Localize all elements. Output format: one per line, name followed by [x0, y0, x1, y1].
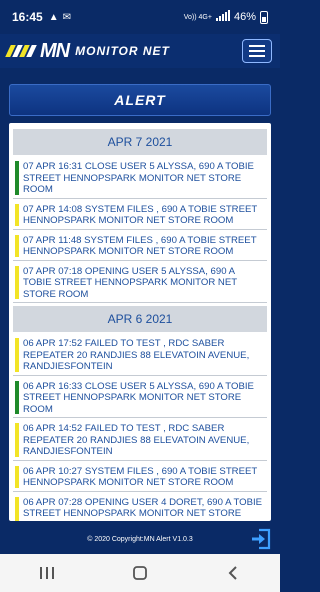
alert-entry-text: 06 APR 10:27 SYSTEM FILES , 690 A TOBIE …: [23, 465, 258, 489]
app-logo: MN MONITOR NET: [5, 39, 170, 63]
alert-entry[interactable]: 06 APR 10:27 SYSTEM FILES , 690 A TOBIE …: [13, 464, 267, 492]
page-title: ALERT: [9, 84, 271, 116]
hamburger-menu-icon[interactable]: [242, 39, 272, 63]
status-indicator-bar: [15, 161, 19, 195]
status-indicator-bar: [15, 265, 19, 299]
alert-entry[interactable]: 07 APR 16:31 CLOSE USER 5 ALYSSA, 690 A …: [13, 159, 267, 199]
alert-entry[interactable]: 07 APR 07:18 OPENING USER 5 ALYSSA, 690 …: [13, 264, 267, 303]
home-icon[interactable]: [120, 558, 160, 588]
alert-entry[interactable]: 06 APR 16:33 CLOSE USER 5 ALYSSA, 690 A …: [13, 379, 267, 418]
date-header: APR 6 2021: [13, 306, 267, 332]
logout-icon[interactable]: [250, 528, 272, 550]
battery-icon: [260, 10, 268, 24]
alert-entry-text: 06 APR 14:52 FAILED TO TEST , RDC SABER …: [23, 423, 250, 457]
alert-entry-text: 07 APR 07:18 OPENING USER 5 ALYSSA, 690 …: [23, 265, 237, 300]
alert-list[interactable]: APR 7 2021 07 APR 16:31 CLOSE USER 5 ALYS…: [9, 123, 271, 521]
logo-text: MONITOR NET: [75, 44, 170, 58]
status-time: 16:45: [12, 10, 43, 24]
status-right: Vo)) 4G+ 46%: [184, 10, 268, 24]
alert-entry[interactable]: 06 APR 17:52 FAILED TO TEST , RDC SABER …: [13, 336, 267, 376]
status-indicator-bar: [15, 203, 19, 226]
copyright-text: © 2020 Copyright:MN Alert V1.0.3: [87, 535, 193, 543]
alert-entry-text: 06 APR 07:28 OPENING USER 4 DORET, 690 A…: [23, 496, 263, 522]
alert-entry-text: 07 APR 16:31 CLOSE USER 5 ALYSSA, 690 A …: [23, 161, 254, 195]
status-indicator-bar: [15, 234, 19, 257]
battery-percent: 46%: [233, 11, 256, 23]
status-indicator-bar: [15, 380, 19, 414]
network-label: Vo)) 4G+: [183, 13, 212, 21]
alert-entry[interactable]: 07 APR 14:08 SYSTEM FILES , 690 A TOBIE …: [13, 202, 267, 230]
recent-apps-icon[interactable]: [27, 558, 67, 588]
notification-icons: ▲ ✉: [49, 12, 71, 23]
alert-entry-text: 07 APR 14:08 SYSTEM FILES , 690 A TOBIE …: [23, 203, 258, 227]
signal-icon: [215, 10, 230, 24]
status-bar: 16:45 ▲ ✉ Vo)) 4G+ 46%: [0, 0, 280, 34]
alert-entry-text: 06 APR 17:52 FAILED TO TEST , RDC SABER …: [23, 338, 250, 372]
status-indicator-bar: [15, 496, 19, 521]
notification-icon: ✉: [62, 11, 71, 23]
notification-icon: ▲: [48, 11, 59, 23]
system-nav-bar: [0, 554, 280, 592]
logo-stripes: [5, 45, 37, 57]
status-indicator-bar: [15, 465, 19, 488]
status-indicator-bar: [15, 338, 19, 372]
app-header: MN MONITOR NET: [0, 34, 280, 68]
alert-entry-text: 06 APR 16:33 CLOSE USER 5 ALYSSA, 690 A …: [23, 380, 254, 415]
logo-mark: MN: [40, 39, 70, 62]
footer: © 2020 Copyright:MN Alert V1.0.3: [0, 524, 280, 554]
alert-entry-text: 07 APR 11:48 SYSTEM FILES , 690 A TOBIE …: [23, 234, 257, 258]
back-icon[interactable]: [213, 558, 253, 588]
alert-entry[interactable]: 07 APR 11:48 SYSTEM FILES , 690 A TOBIE …: [13, 233, 267, 261]
date-header: APR 7 2021: [13, 129, 267, 155]
alert-entry[interactable]: 06 APR 07:28 OPENING USER 4 DORET, 690 A…: [13, 495, 267, 522]
alert-entry[interactable]: 06 APR 14:52 FAILED TO TEST , RDC SABER …: [13, 421, 267, 461]
status-indicator-bar: [15, 423, 19, 457]
